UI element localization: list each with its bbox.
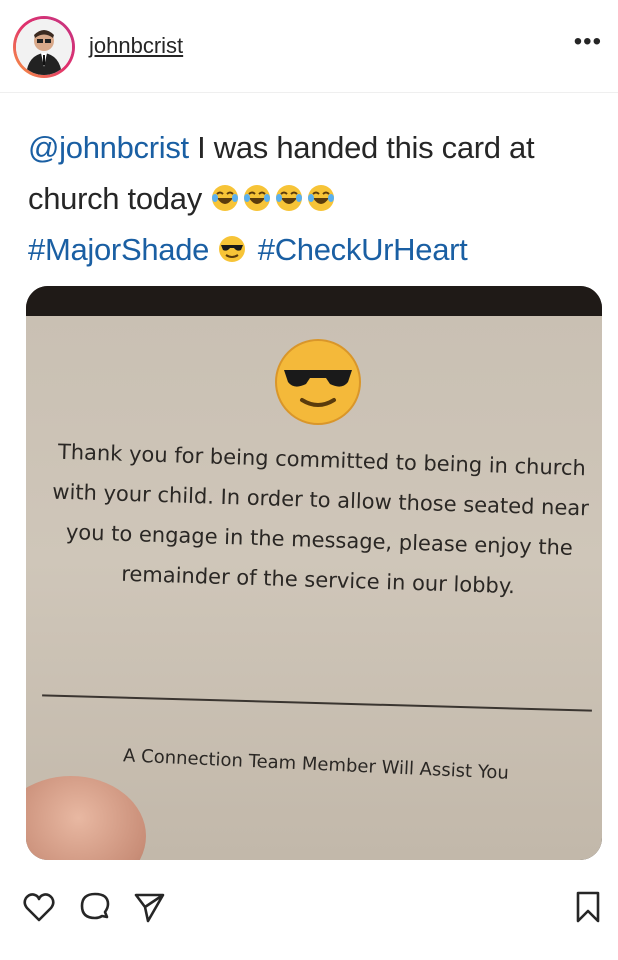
avatar[interactable] bbox=[13, 16, 75, 78]
ellipsis-icon[interactable]: ••• bbox=[574, 28, 602, 56]
sunglasses-emoji-icon bbox=[275, 339, 361, 425]
post-caption: @johnbcrist I was handed this card at ch… bbox=[28, 122, 603, 275]
card-footer: A Connection Team Member Will Assist You bbox=[122, 745, 510, 784]
username-link[interactable]: johnbcrist bbox=[89, 33, 183, 59]
laughing-emoji-icon bbox=[210, 181, 242, 216]
laughing-emoji-icon bbox=[242, 181, 274, 216]
church-card: Thank you for being committed to being i… bbox=[26, 316, 602, 860]
post-header: johnbcrist ••• bbox=[0, 0, 618, 93]
action-bar bbox=[0, 890, 618, 950]
laughing-emoji-icon bbox=[274, 181, 306, 216]
card-message: Thank you for being committed to being i… bbox=[52, 439, 590, 599]
hashtag-link[interactable]: #CheckUrHeart bbox=[258, 232, 468, 267]
share-icon[interactable] bbox=[132, 890, 166, 924]
hashtag-link[interactable]: #MajorShade bbox=[28, 232, 209, 267]
card-divider bbox=[42, 694, 592, 712]
sunglasses-emoji-icon bbox=[217, 232, 249, 267]
comment-icon[interactable] bbox=[78, 890, 112, 924]
bookmark-icon[interactable] bbox=[574, 890, 602, 924]
heart-icon[interactable] bbox=[22, 890, 56, 924]
laughing-emoji-icon bbox=[306, 181, 338, 216]
mention-link[interactable]: @johnbcrist bbox=[28, 130, 189, 165]
post-photo[interactable]: Thank you for being committed to being i… bbox=[26, 286, 602, 860]
